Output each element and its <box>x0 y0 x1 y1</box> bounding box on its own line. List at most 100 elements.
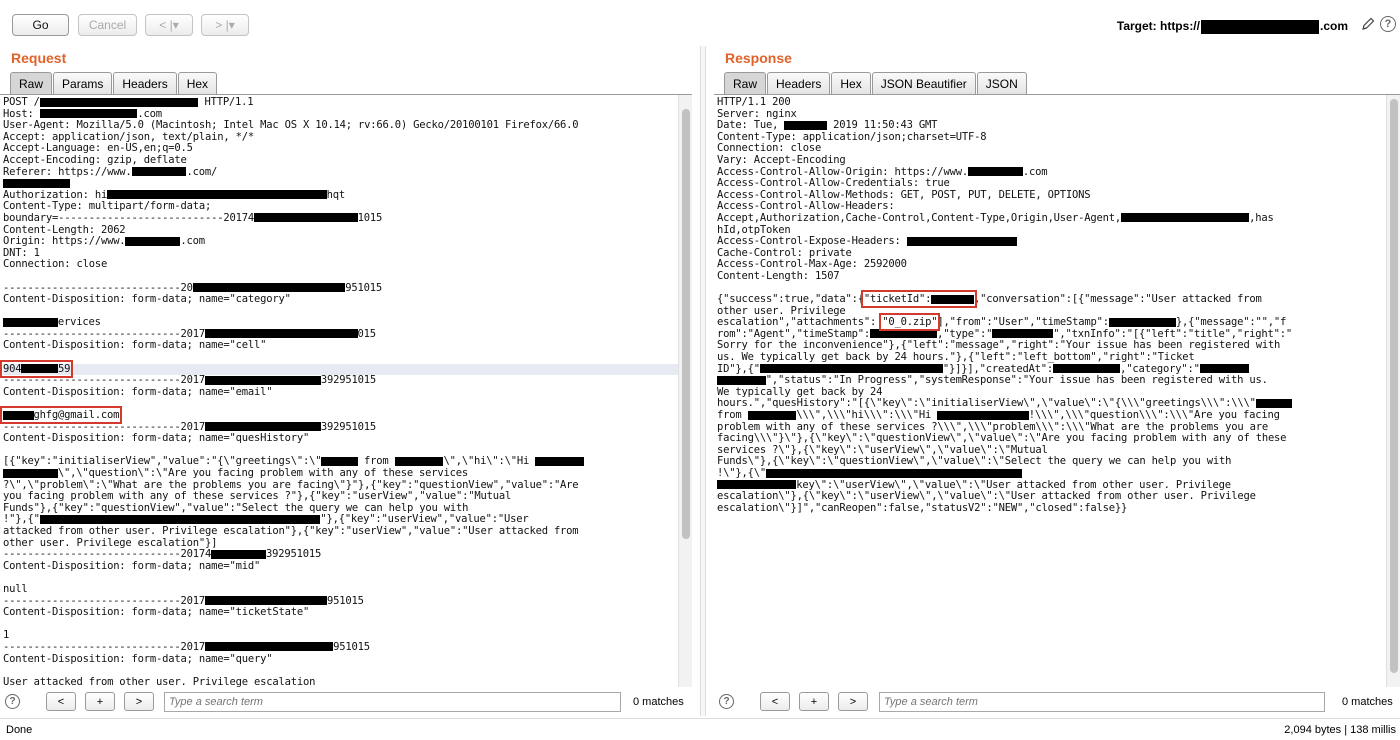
pencil-icon[interactable] <box>1360 16 1376 32</box>
code-line: boundary=---------------------------2017… <box>3 211 383 224</box>
code-line: Content-Disposition: form-data; name="ca… <box>3 293 291 306</box>
redacted-text <box>3 178 71 188</box>
redacted-text <box>937 410 1029 420</box>
redacted-text <box>967 167 1023 177</box>
response-search-bar: ? < + > 0 matches <box>714 689 1400 715</box>
redacted-text <box>125 236 181 246</box>
response-match-count: 0 matches <box>1342 696 1393 708</box>
redacted-text <box>759 364 943 374</box>
response-tab-hex[interactable]: Hex <box>831 72 871 94</box>
code-line: us. We typically get back by 24 hours."}… <box>717 351 1195 364</box>
redacted-text <box>1121 213 1250 223</box>
redacted-text <box>870 329 938 339</box>
code-line: Content-Length: 1507 <box>717 269 840 282</box>
response-body: HTTP/1.1 200 Server: nginx Date: Tue, 2019… <box>714 95 1386 514</box>
request-tab-params[interactable]: Params <box>53 72 113 94</box>
redacted-text <box>992 329 1054 339</box>
request-title: Request <box>11 50 67 66</box>
redacted-text <box>535 456 585 466</box>
redacted-text <box>321 456 358 466</box>
forward-history-button[interactable]: > |▾ <box>201 14 249 36</box>
redacted-text <box>39 514 321 524</box>
top-toolbar: Go Cancel < |▾ > |▾ Target: https:// .com… <box>0 0 1400 46</box>
code-line: Access-Control-Allow-Credentials: true <box>717 177 950 190</box>
code-line: escalation\"}]","canReopen":false,"statu… <box>717 501 1128 514</box>
redacted-text <box>211 549 267 559</box>
redacted-text <box>717 480 797 490</box>
redacted-text <box>205 642 334 652</box>
request-tab-hex[interactable]: Hex <box>177 72 218 94</box>
request-scrollbar[interactable] <box>678 95 692 687</box>
response-editor[interactable]: HTTP/1.1 200 Server: nginx Date: Tue, 2019… <box>714 95 1386 687</box>
go-button[interactable]: Go <box>12 14 69 36</box>
response-tabs: Raw Headers Hex JSON Beautifier JSON <box>724 72 1028 94</box>
request-search-input[interactable] <box>164 692 621 712</box>
response-tab-json-beautifier[interactable]: JSON Beautifier <box>871 72 976 94</box>
help-icon[interactable]: ? <box>719 694 734 709</box>
request-pane: Request Raw Params Headers Hex POST / HT… <box>0 46 692 716</box>
code-line: Content-Disposition: form-data; name="qu… <box>3 652 273 665</box>
response-search-input[interactable] <box>879 692 1325 712</box>
search-prev-button[interactable]: < <box>46 692 76 711</box>
request-match-count: 0 matches <box>633 696 684 708</box>
response-scrollbar[interactable] <box>1386 95 1400 687</box>
target-suffix: .com <box>1319 19 1348 33</box>
redacted-text <box>205 329 358 339</box>
code-line: Content-Disposition: form-data; name="ce… <box>3 339 267 352</box>
code-line: \",\"question\":\"Are you facing problem… <box>3 467 678 480</box>
code-line: Content-Disposition: form-data; name="qu… <box>3 432 310 445</box>
code-line: Server: nginx <box>717 107 797 120</box>
redacted-text <box>765 468 1023 478</box>
code-line: User attacked from other user. Privilege… <box>3 675 316 687</box>
search-next-button[interactable]: > <box>124 692 154 711</box>
redacted-text <box>747 410 797 420</box>
scroll-thumb[interactable] <box>1390 99 1398 673</box>
redacted-text <box>1255 398 1293 408</box>
search-prev-button[interactable]: < <box>760 692 790 711</box>
redacted-text <box>21 364 58 374</box>
request-search-bar: ? < + > 0 matches <box>0 689 692 715</box>
search-add-button[interactable]: + <box>799 692 829 711</box>
cancel-button[interactable]: Cancel <box>78 14 137 36</box>
back-history-button[interactable]: < |▾ <box>145 14 193 36</box>
redacted-text <box>205 375 321 385</box>
code-line: Origin: https://www. .com <box>3 235 205 248</box>
search-add-button[interactable]: + <box>85 692 115 711</box>
code-line: Referer: https://www. .com/ <box>3 165 218 178</box>
redacted-text <box>1053 364 1121 374</box>
request-editor[interactable]: POST / HTTP/1.1 Host: .com User-Agent: Moz… <box>0 95 678 687</box>
request-tab-headers[interactable]: Headers <box>113 72 177 94</box>
code-line: from \\\",\\\"hi\\\":\\\"Hi !\\\",\\\"qu… <box>717 409 1280 422</box>
ticket-id-highlight: "ticketId": <box>860 290 977 309</box>
response-tab-json[interactable]: JSON <box>976 72 1027 94</box>
help-icon[interactable]: ? <box>1380 16 1396 32</box>
help-icon[interactable]: ? <box>5 694 20 709</box>
redacted-text <box>131 167 187 177</box>
code-line: Funds\"},{\"key\":\"questionView\",\"val… <box>717 455 1232 468</box>
redacted-text <box>1199 364 1249 374</box>
code-line: Connection: close <box>3 258 108 271</box>
redacted-text <box>107 190 327 200</box>
request-tab-raw[interactable]: Raw <box>10 72 53 94</box>
redacted-host <box>1200 19 1319 34</box>
code-line: -----------------------------20174 392951… <box>3 548 322 561</box>
code-line: POST / HTTP/1.1 <box>3 96 254 108</box>
search-next-button[interactable]: > <box>838 692 868 711</box>
redacted-text <box>3 317 58 327</box>
scroll-thumb[interactable] <box>682 109 690 539</box>
pane-splitter[interactable] <box>700 46 706 716</box>
code-line: HTTP/1.1 200 <box>717 96 791 108</box>
request-tabs: Raw Params Headers Hex <box>10 72 218 94</box>
redacted-text <box>394 456 444 466</box>
redacted-text <box>192 283 346 292</box>
code-line: Accept-Encoding: gzip, deflate <box>3 153 187 166</box>
response-tab-headers[interactable]: Headers <box>767 72 831 94</box>
code-line: Accept,Authorization,Cache-Control,Conte… <box>717 211 1274 224</box>
code-line: ghfg@gmail.com <box>0 406 678 425</box>
response-tab-raw[interactable]: Raw <box>724 72 767 94</box>
